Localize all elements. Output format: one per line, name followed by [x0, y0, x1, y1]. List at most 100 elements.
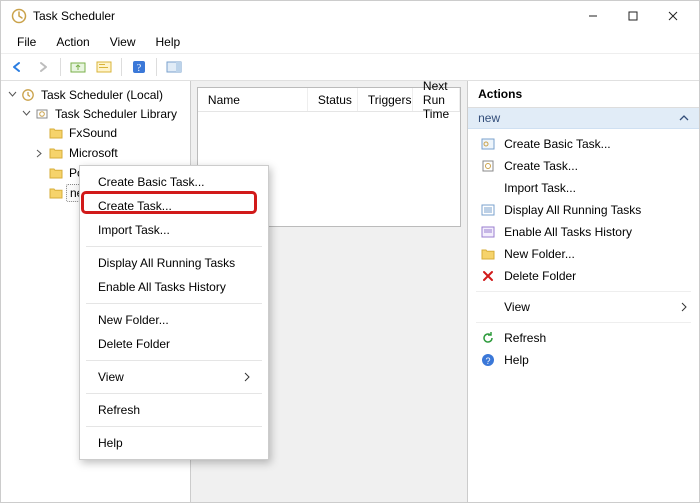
window-titlebar: Task Scheduler — [1, 1, 699, 31]
folder-icon — [49, 127, 63, 139]
actions-group-label: new — [478, 111, 500, 125]
ctx-refresh[interactable]: Refresh — [80, 398, 268, 422]
tree-microsoft-label: Microsoft — [66, 145, 121, 161]
close-button[interactable] — [653, 2, 693, 30]
action-label: Refresh — [504, 331, 546, 345]
menu-file[interactable]: File — [7, 33, 46, 51]
forward-button[interactable] — [31, 56, 55, 78]
tree-root[interactable]: Task Scheduler (Local) — [7, 86, 190, 104]
ctx-label: Display All Running Tasks — [98, 256, 235, 270]
expander-icon[interactable] — [21, 109, 32, 120]
toolbar-separator — [121, 58, 122, 76]
ctx-label: Help — [98, 436, 123, 450]
delete-icon — [480, 268, 496, 284]
action-refresh[interactable]: Refresh — [468, 327, 699, 349]
context-menu: Create Basic Task... Create Task... Impo… — [79, 165, 269, 460]
folder-icon — [49, 187, 63, 199]
toolbar-separator — [156, 58, 157, 76]
task-list-headers: Name Status Triggers Next Run Time — [198, 88, 460, 112]
actions-list: Create Basic Task... Create Task... Impo… — [468, 129, 699, 375]
library-icon — [35, 107, 49, 121]
action-label: Enable All Tasks History — [504, 225, 632, 239]
tree-root-label: Task Scheduler (Local) — [38, 87, 166, 103]
action-display-running-tasks[interactable]: Display All Running Tasks — [468, 199, 699, 221]
ctx-delete-folder[interactable]: Delete Folder — [80, 332, 268, 356]
ctx-enable-all-tasks-history[interactable]: Enable All Tasks History — [80, 275, 268, 299]
toolbar-up-level-button[interactable] — [66, 56, 90, 78]
action-view[interactable]: View — [468, 296, 699, 318]
column-status[interactable]: Status — [308, 88, 358, 111]
tree-fxsound[interactable]: FxSound — [35, 124, 190, 142]
ctx-label: New Folder... — [98, 313, 169, 327]
ctx-create-task[interactable]: Create Task... — [80, 194, 268, 218]
expander-icon[interactable] — [7, 90, 18, 101]
tree-fxsound-label: FxSound — [66, 125, 120, 141]
ctx-separator — [86, 360, 262, 361]
action-help[interactable]: ? Help — [468, 349, 699, 371]
maximize-button[interactable] — [613, 2, 653, 30]
submenu-arrow-icon — [244, 372, 250, 382]
submenu-arrow-icon — [681, 302, 687, 312]
action-delete-folder[interactable]: Delete Folder — [468, 265, 699, 287]
action-create-task[interactable]: Create Task... — [468, 155, 699, 177]
toolbar-show-pane-button[interactable] — [162, 56, 186, 78]
window-title: Task Scheduler — [33, 9, 115, 23]
action-enable-history[interactable]: Enable All Tasks History — [468, 221, 699, 243]
folder-icon — [49, 167, 63, 179]
ctx-create-basic-task[interactable]: Create Basic Task... — [80, 170, 268, 194]
action-new-folder[interactable]: New Folder... — [468, 243, 699, 265]
ctx-display-all-running-tasks[interactable]: Display All Running Tasks — [80, 251, 268, 275]
tree-microsoft[interactable]: Microsoft — [35, 144, 190, 162]
ctx-separator — [86, 426, 262, 427]
back-button[interactable] — [5, 56, 29, 78]
action-label: Help — [504, 353, 529, 367]
ctx-label: Enable All Tasks History — [98, 280, 226, 294]
action-label: New Folder... — [504, 247, 575, 261]
refresh-icon — [480, 330, 496, 346]
ctx-new-folder[interactable]: New Folder... — [80, 308, 268, 332]
clock-icon — [21, 88, 35, 102]
column-triggers[interactable]: Triggers — [358, 88, 413, 111]
menubar: File Action View Help — [1, 31, 699, 53]
ctx-help[interactable]: Help — [80, 431, 268, 455]
ctx-label: Import Task... — [98, 223, 170, 237]
task-wizard-icon — [480, 136, 496, 152]
ctx-separator — [86, 303, 262, 304]
action-label: Import Task... — [504, 181, 576, 195]
menu-view[interactable]: View — [100, 33, 146, 51]
ctx-separator — [86, 246, 262, 247]
column-name[interactable]: Name — [198, 88, 308, 111]
ctx-import-task[interactable]: Import Task... — [80, 218, 268, 242]
ctx-label: Create Basic Task... — [98, 175, 205, 189]
ctx-view[interactable]: View — [80, 365, 268, 389]
action-label: Create Basic Task... — [504, 137, 611, 151]
actions-separator — [476, 322, 691, 323]
ctx-label: View — [98, 370, 124, 384]
blank-icon — [480, 180, 496, 196]
tree-library[interactable]: Task Scheduler Library — [21, 105, 190, 123]
history-icon — [480, 224, 496, 240]
action-create-basic-task[interactable]: Create Basic Task... — [468, 133, 699, 155]
toolbar-help-button[interactable]: ? — [127, 56, 151, 78]
toolbar: ? — [1, 53, 699, 81]
menu-help[interactable]: Help — [146, 33, 191, 51]
ctx-label: Create Task... — [98, 199, 172, 213]
tree-library-label: Task Scheduler Library — [52, 106, 180, 122]
expander-icon[interactable] — [35, 148, 46, 159]
collapse-icon[interactable] — [679, 113, 689, 123]
actions-group-header[interactable]: new — [468, 108, 699, 129]
action-label: Create Task... — [504, 159, 578, 173]
list-icon — [480, 202, 496, 218]
actions-pane: Actions new Create Basic Task... Create … — [467, 81, 699, 502]
ctx-label: Delete Folder — [98, 337, 170, 351]
action-import-task[interactable]: Import Task... — [468, 177, 699, 199]
column-next-run-time[interactable]: Next Run Time — [413, 88, 460, 111]
actions-header: Actions — [468, 81, 699, 108]
help-icon: ? — [480, 352, 496, 368]
action-label: Display All Running Tasks — [504, 203, 641, 217]
folder-icon — [480, 246, 496, 262]
menu-action[interactable]: Action — [46, 33, 99, 51]
minimize-button[interactable] — [573, 2, 613, 30]
blank-icon — [480, 299, 496, 315]
toolbar-properties-button[interactable] — [92, 56, 116, 78]
